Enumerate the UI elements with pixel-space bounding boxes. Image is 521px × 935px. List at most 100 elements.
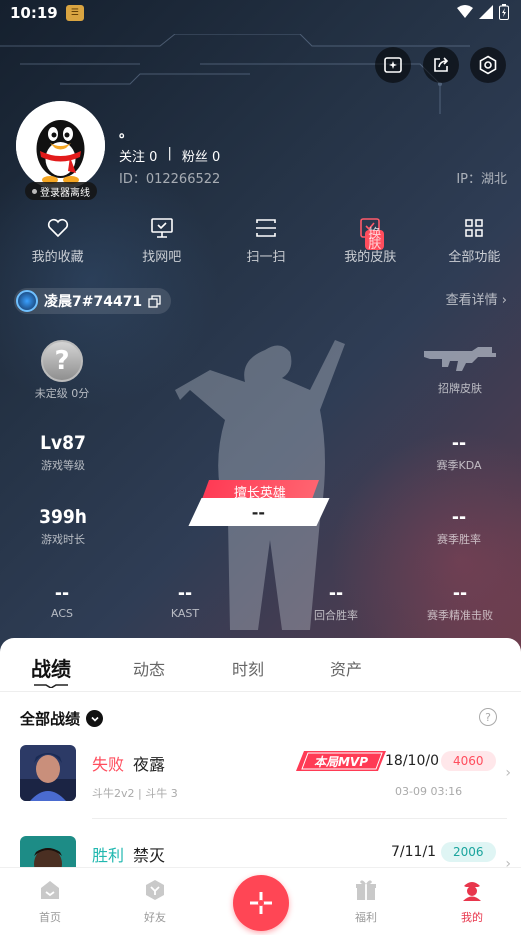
nav-me[interactable]: 我的	[442, 878, 502, 925]
level-value: Lv87	[40, 432, 86, 454]
user-id: ID：012266522	[119, 172, 221, 187]
game-account-name: 凌晨7#74471	[44, 294, 143, 310]
hours-stat: 399h 游戏时长	[30, 506, 96, 547]
tabs-divider	[0, 691, 521, 692]
skin-tag: 换肤	[365, 228, 385, 251]
follow-separator: |	[167, 146, 172, 161]
profile-icon	[463, 882, 481, 901]
match-mode: 斗牛2v2 | 斗牛 3	[92, 787, 178, 800]
share-button[interactable]	[423, 47, 459, 83]
chevron-right-icon: ›	[505, 765, 511, 781]
match-date: 03-09 03:16	[395, 785, 463, 798]
recorder-status-text: 登录器离线	[40, 187, 90, 199]
hours-value: 399h	[39, 506, 87, 528]
settings-button[interactable]	[470, 47, 506, 83]
level-stat: Lv87 游戏等级	[30, 432, 96, 473]
ip-location: IP：湖北	[456, 172, 507, 187]
match-result: 胜利	[92, 846, 125, 865]
headshot-stat: -- 赛季精准击败	[415, 582, 505, 623]
acs-stat: -- ACS	[32, 582, 92, 620]
status-dot	[32, 188, 37, 194]
rank-stat[interactable]: ? 未定级 0分	[24, 340, 100, 401]
fans-link[interactable]: 粉丝 0	[182, 146, 220, 165]
tab-moments[interactable]: 时刻	[232, 656, 264, 680]
share-icon	[434, 57, 449, 72]
penguin-avatar-icon	[16, 101, 105, 190]
quick-action-find-cafe[interactable]: 找网吧	[115, 216, 208, 265]
content-tabs: 战绩 动态 时刻 资产	[0, 653, 521, 682]
kast-stat: -- KAST	[155, 582, 215, 620]
records-filter-label: 全部战绩	[20, 710, 81, 728]
match-score-badge: 2006	[441, 842, 496, 862]
avatar[interactable]	[16, 101, 105, 190]
tab-records[interactable]: 战绩	[31, 653, 71, 682]
level-label: 游戏等级	[41, 459, 85, 472]
quick-action-label: 我的收藏	[31, 250, 84, 265]
kda-value: --	[451, 432, 467, 454]
grid-icon	[465, 219, 484, 237]
edit-card-icon	[384, 57, 402, 73]
scan-icon	[256, 219, 276, 237]
chevron-down-icon	[86, 710, 104, 727]
view-detail-link[interactable]: 查看详情 ›	[446, 289, 507, 308]
recorder-status-badge: 登录器离线	[25, 182, 97, 200]
match-agent: 夜露	[133, 755, 166, 774]
battery-icon	[499, 4, 509, 20]
round-win-stat: -- 回合胜率	[300, 582, 372, 623]
match-row[interactable]: 失败 夜露 本局MVP 18/10/0 4060 斗牛2v2 | 斗牛 3 03…	[0, 745, 521, 825]
round-win-label: 回合胜率	[314, 609, 358, 622]
quick-action-favorites[interactable]: 我的收藏	[11, 216, 104, 265]
nav-home[interactable]: 首页	[20, 878, 80, 925]
rank-label: 未定级 0分	[34, 387, 90, 400]
quick-action-label: 全部功能	[448, 250, 501, 265]
best-agent-box[interactable]: --	[188, 498, 330, 526]
monitor-icon	[150, 218, 173, 238]
winrate-stat: -- 赛季胜率	[420, 506, 498, 547]
copy-icon[interactable]	[148, 294, 161, 308]
quick-action-skins[interactable]: 换肤 我的皮肤	[324, 216, 417, 265]
game-account-chip[interactable]: 凌晨7#74471	[14, 288, 172, 314]
settings-icon	[479, 55, 497, 75]
best-agent-value: --	[252, 502, 266, 522]
signature-skin-stat[interactable]: 招牌皮肤	[415, 343, 505, 396]
gift-icon	[356, 880, 376, 900]
signal-icon	[479, 5, 493, 19]
winrate-label: 赛季胜率	[437, 533, 481, 546]
signature-skin-label: 招牌皮肤	[438, 382, 482, 395]
row-separator	[92, 818, 507, 819]
kast-value: --	[177, 582, 193, 604]
quick-actions: 我的收藏 找网吧 扫一扫 换肤 我的皮肤 全部功能	[0, 216, 521, 265]
hours-label: 游戏时长	[41, 533, 85, 546]
mvp-text: 本局MVP	[314, 755, 368, 769]
tab-feed[interactable]: 动态	[133, 656, 165, 680]
active-tab-indicator	[34, 684, 68, 688]
tab-assets[interactable]: 资产	[330, 656, 362, 680]
nickname: 。	[119, 125, 133, 141]
quick-action-scan[interactable]: 扫一扫	[219, 216, 312, 265]
notification-app-icon: ☰	[65, 5, 84, 21]
nav-friends[interactable]: 好友	[125, 878, 185, 925]
heart-icon	[47, 218, 68, 238]
match-result: 失败	[92, 755, 125, 774]
following-link[interactable]: 关注 0	[119, 146, 157, 165]
kda-stat: -- 赛季KDA	[420, 432, 498, 473]
chevron-right-icon: ›	[501, 293, 507, 308]
agent-portrait	[20, 745, 76, 801]
kda-label: 赛季KDA	[436, 459, 482, 472]
match-kda: 18/10/0	[385, 753, 439, 769]
plus-icon	[250, 892, 272, 914]
match-agent: 禁灭	[133, 846, 166, 865]
records-filter[interactable]: 全部战绩	[20, 708, 104, 729]
quick-action-label: 扫一扫	[246, 250, 286, 265]
quick-action-all-features[interactable]: 全部功能	[428, 216, 521, 265]
headshot-label: 赛季精准击败	[427, 609, 493, 622]
acs-value: --	[54, 582, 70, 604]
help-icon[interactable]: ?	[479, 708, 497, 726]
nav-welfare[interactable]: 福利	[336, 878, 396, 925]
edit-card-button[interactable]	[375, 47, 411, 83]
home-icon	[41, 881, 59, 899]
match-score-badge: 4060	[441, 751, 496, 771]
create-post-button[interactable]	[233, 875, 289, 931]
mvp-badge: 本局MVP	[296, 751, 386, 771]
winrate-value: --	[451, 506, 467, 528]
